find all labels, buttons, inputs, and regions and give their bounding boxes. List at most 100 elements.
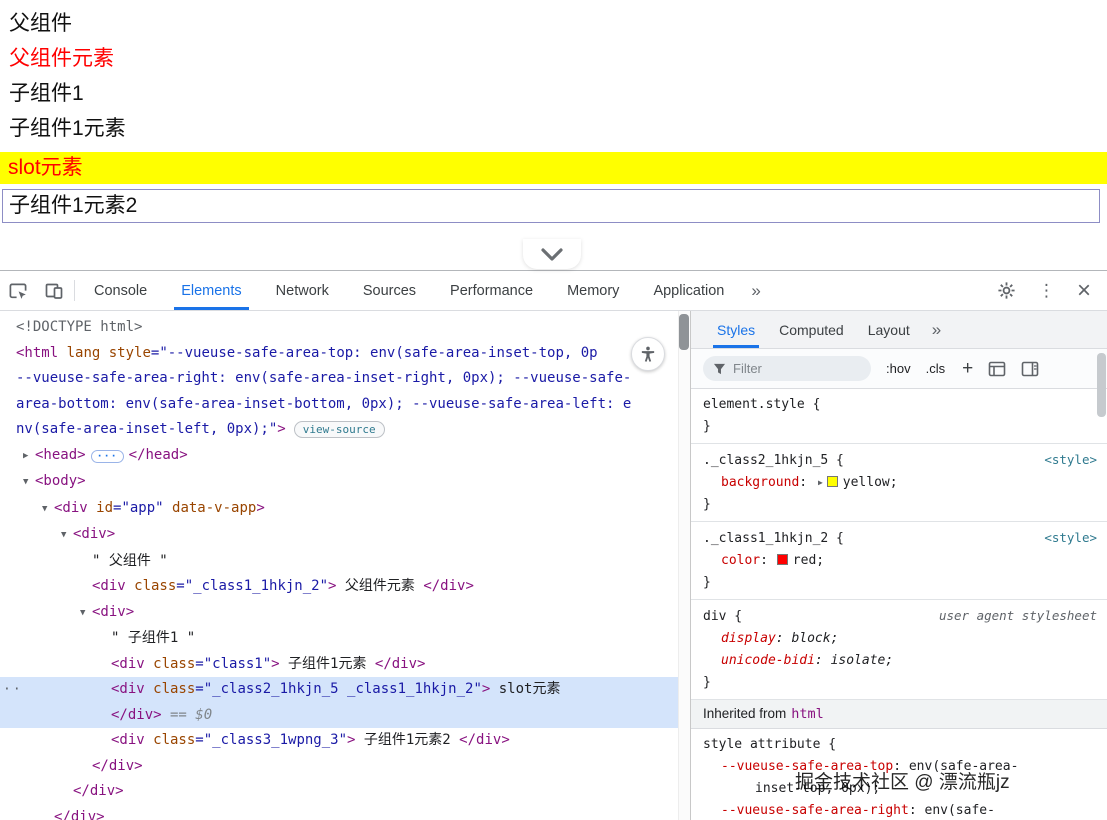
dom-tree-line[interactable]: ▼<body> <box>0 469 690 496</box>
rule-selector[interactable]: style attribute { <box>703 734 836 756</box>
pseudo-state-toggle[interactable]: :hov <box>886 361 911 376</box>
elements-scrollbar[interactable] <box>678 311 690 820</box>
devtools-tab-performance[interactable]: Performance <box>433 271 550 310</box>
css-property[interactable]: --vueuse-safe-area-right: env(safe- <box>703 800 1097 820</box>
css-property[interactable]: unicode-bidi: isolate; <box>703 650 1097 672</box>
rendering-emulations-icon[interactable] <box>988 361 1006 377</box>
code-token: </head> <box>129 447 188 463</box>
rule-selector[interactable]: element.style { <box>703 394 820 416</box>
devtools-tab-console[interactable]: Console <box>77 271 164 310</box>
code-token: 子组件1元素 <box>280 656 375 672</box>
collapse-arrow-icon[interactable]: ▼ <box>42 497 54 523</box>
code-token: class <box>145 732 196 748</box>
selected-line-marker: ·· <box>3 677 23 703</box>
more-options-kebab-icon[interactable]: ⋮ <box>1038 282 1055 299</box>
devtools-tabs: ConsoleElementsNetworkSourcesPerformance… <box>77 271 741 310</box>
rule-close-brace: } <box>703 494 1097 516</box>
rule-close-brace: } <box>703 572 1097 594</box>
view-source-badge[interactable]: view-source <box>294 421 385 438</box>
style-rule: div { user agent stylesheetdisplay: block… <box>691 600 1107 700</box>
css-property[interactable]: background: ▶yellow; <box>703 472 1097 494</box>
color-swatch[interactable] <box>827 476 838 487</box>
code-token: 子组件1元素2 <box>355 732 459 748</box>
code-token: ="_class2_1hkjn_5 _class1_1hkjn_2" <box>195 681 482 697</box>
devtools-tab-application[interactable]: Application <box>636 271 741 310</box>
element-class-toggle[interactable]: .cls <box>926 361 946 376</box>
code-token: style <box>100 345 151 361</box>
inspect-element-icon[interactable] <box>8 281 28 301</box>
dom-tree-line[interactable]: ▼<div id="app" data-v-app> <box>0 496 690 523</box>
styles-scrollbar-thumb[interactable] <box>1097 353 1106 417</box>
vue-devtools-handle[interactable] <box>523 239 581 269</box>
settings-gear-icon[interactable] <box>997 281 1016 300</box>
sidebar-tab-computed[interactable]: Computed <box>767 311 856 348</box>
dom-tree-line[interactable]: --vueuse-safe-area-right: env(safe-area-… <box>0 366 690 392</box>
style-rule: ._class1_1hkjn_2 { <style>color: red;} <box>691 522 1107 600</box>
expand-arrow-icon[interactable]: ▶ <box>23 444 35 470</box>
dom-tree-line[interactable]: </div> <box>0 805 690 820</box>
devtools-tab-elements[interactable]: Elements <box>164 271 258 310</box>
dom-tree-line[interactable]: ▼<div> <box>0 600 690 627</box>
rule-selector[interactable]: ._class2_1hkjn_5 { <box>703 450 844 472</box>
sidebar-tab-styles[interactable]: Styles <box>705 311 767 348</box>
styles-filter-bar: Filter :hov .cls + <box>691 349 1107 389</box>
dom-tree-line[interactable]: <!DOCTYPE html> <box>0 315 690 341</box>
dom-tree-line[interactable]: nv(safe-area-inset-left, 0px);">view-sou… <box>0 417 690 443</box>
device-toolbar-icon[interactable] <box>44 281 64 301</box>
dom-tree-line[interactable]: </div> == $0 <box>0 703 690 729</box>
dom-tree-line[interactable]: ▶<head>···</head> <box>0 443 690 470</box>
parent-component-text: 父组件 <box>0 6 1107 41</box>
sidebar-tab-layout[interactable]: Layout <box>856 311 922 348</box>
inherited-from-node-link[interactable]: html <box>791 706 824 722</box>
watermark: 掘金技术社区 @ 漂流瓶jz <box>795 767 1010 794</box>
code-token: <div <box>111 681 145 697</box>
computed-sidebar-toggle-icon[interactable] <box>1021 361 1039 377</box>
dom-tree-line[interactable]: " 父组件 " <box>0 549 690 575</box>
collapse-arrow-icon[interactable]: ▼ <box>61 523 73 549</box>
more-tabs-icon[interactable]: » <box>741 281 770 301</box>
style-rule: element.style {} <box>691 389 1107 444</box>
devtools-tab-network[interactable]: Network <box>259 271 346 310</box>
close-devtools-icon[interactable]: × <box>1077 279 1091 303</box>
more-panels-icon[interactable]: » <box>922 320 951 340</box>
slot-element-bar: slot元素 <box>0 152 1107 184</box>
collapse-arrow-icon[interactable]: ▼ <box>80 601 92 627</box>
dom-tree-line[interactable]: ▼<div> <box>0 522 690 549</box>
rule-close-brace: } <box>703 416 1097 438</box>
collapse-arrow-icon[interactable]: ▼ <box>23 470 35 496</box>
code-token: </div> <box>73 783 124 799</box>
collapsed-children-button[interactable]: ··· <box>91 450 124 463</box>
dom-tree-line[interactable]: <div class="class1"> 子组件1元素 </div> <box>0 652 690 678</box>
dom-tree-line[interactable]: </div> <box>0 779 690 805</box>
child1-element-text: 子组件1元素 <box>0 111 1107 146</box>
code-token: 父组件元素 <box>336 578 423 594</box>
rule-selector[interactable]: ._class1_1hkjn_2 { <box>703 528 844 550</box>
property-value: block; <box>791 631 838 646</box>
devtools-tab-sources[interactable]: Sources <box>346 271 433 310</box>
property-name: background <box>721 475 799 490</box>
dom-tree-line[interactable]: </div> <box>0 754 690 780</box>
dom-tree-line[interactable]: ··<div class="_class2_1hkjn_5 _class1_1h… <box>0 677 690 703</box>
code-token: class <box>126 578 177 594</box>
rule-source-link[interactable]: <style> <box>1044 449 1097 471</box>
dom-tree-line[interactable]: " 子组件1 " <box>0 626 690 652</box>
color-swatch[interactable] <box>777 554 788 565</box>
rule-source-link[interactable]: user agent stylesheet <box>939 605 1097 627</box>
rule-selector[interactable]: div { <box>703 606 742 628</box>
new-style-rule-button[interactable]: + <box>962 358 973 380</box>
elements-scrollbar-thumb[interactable] <box>679 314 689 350</box>
css-property[interactable]: display: block; <box>703 628 1097 650</box>
dom-tree-line[interactable]: <div class="_class1_1hkjn_2"> 父组件元素 </di… <box>0 574 690 600</box>
dom-tree-line[interactable]: area-bottom: env(safe-area-inset-bottom,… <box>0 392 690 418</box>
dom-tree: <!DOCTYPE html><html lang style="--vueus… <box>0 315 690 820</box>
styles-filter-input[interactable]: Filter <box>703 356 871 381</box>
dom-tree-line[interactable]: <div class="_class3_1wpng_3"> 子组件1元素2 </… <box>0 728 690 754</box>
dom-tree-line[interactable]: <html lang style="--vueuse-safe-area-top… <box>0 341 690 367</box>
accessibility-icon[interactable] <box>631 337 665 371</box>
code-token: ="class1" <box>195 656 271 672</box>
code-token: <body> <box>35 473 86 489</box>
devtools-tab-memory[interactable]: Memory <box>550 271 636 310</box>
shorthand-expand-arrow[interactable]: ▶ <box>818 478 823 487</box>
css-property[interactable]: color: red; <box>703 550 1097 572</box>
rule-source-link[interactable]: <style> <box>1044 527 1097 549</box>
